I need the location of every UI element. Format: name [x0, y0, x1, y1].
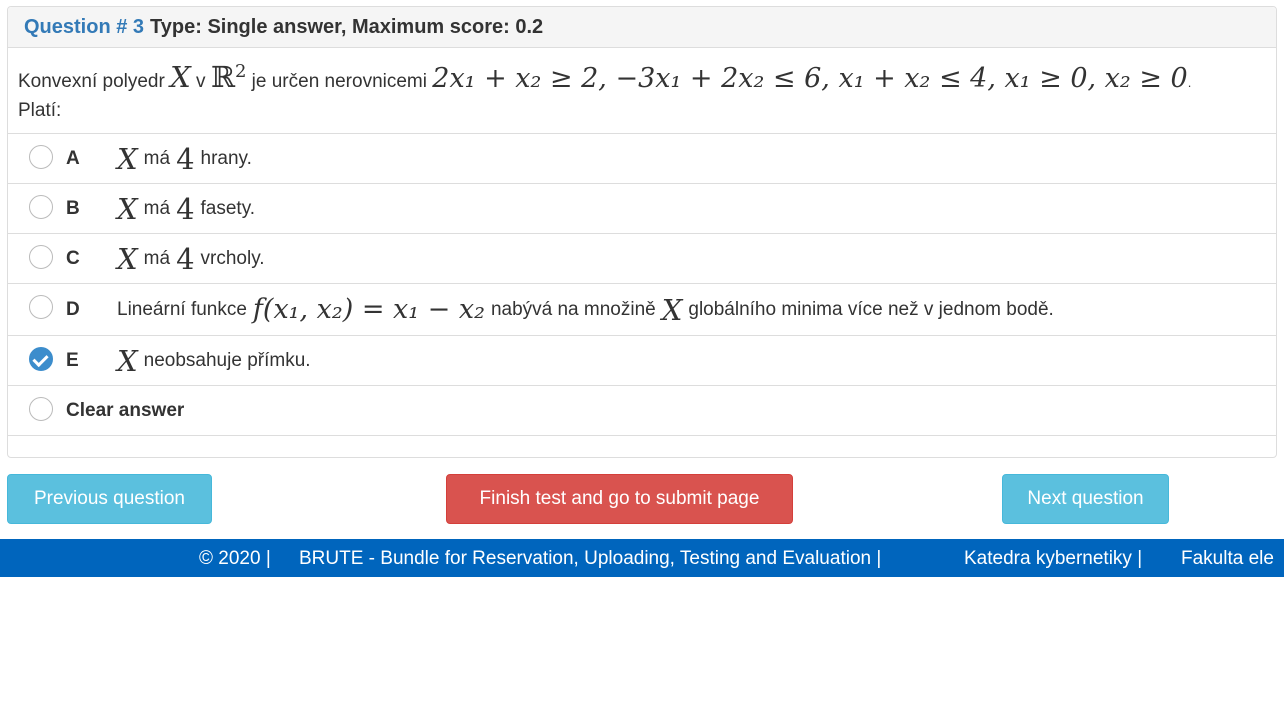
option-word: Lineární funkce [117, 298, 247, 320]
footer-fakulta-link[interactable]: Fakulta ele [1181, 548, 1274, 570]
question-header: Question # 3 Type: Single answer, Maximu… [8, 7, 1276, 48]
finish-test-button[interactable]: Finish test and go to submit page [446, 474, 793, 524]
option-d[interactable]: D Lineární funkce f(x₁, x₂) = x₁ − x₂ na… [8, 284, 1276, 336]
option-letter: D [66, 298, 80, 320]
option-word: má [143, 247, 171, 269]
option-word: má [143, 147, 171, 169]
radio-a[interactable] [29, 145, 53, 169]
radio-clear[interactable] [29, 397, 53, 421]
radio-c[interactable] [29, 245, 53, 269]
next-question-button[interactable]: Next question [1002, 474, 1169, 524]
option-text: X neobsahuje přímku. [117, 344, 311, 378]
option-a[interactable]: A X má 4 hrany. [8, 134, 1276, 184]
stem-inequalities: 2x₁ + x₂ ≥ 2, −3x₁ + 2x₂ ≤ 6, x₁ + x₂ ≤ … [432, 63, 1188, 94]
question-number: Question # 3 [24, 15, 145, 38]
stem-text-2: je určen nerovnicemi [251, 71, 427, 92]
option-word: vrcholy. [200, 247, 265, 269]
footer-brute-link[interactable]: BRUTE - Bundle for Reservation, Uploadin… [299, 548, 881, 570]
option-letter: C [66, 247, 80, 269]
option-text: X má 4 vrcholy. [117, 242, 265, 276]
radio-b[interactable] [29, 195, 53, 219]
question-stem: Konvexní polyedr X v ℝ2 je určen nerovni… [8, 48, 1276, 134]
option-var: X [117, 191, 138, 226]
option-number: 4 [176, 241, 195, 276]
option-text: X má 4 fasety. [117, 192, 255, 226]
stem-dot: . [1187, 75, 1192, 90]
option-word: má [143, 197, 171, 219]
option-text: X má 4 hrany. [117, 142, 252, 176]
stem-line-2: Platí: [18, 100, 62, 121]
option-var: X [117, 343, 138, 378]
option-c[interactable]: C X má 4 vrcholy. [8, 234, 1276, 284]
option-var: X [117, 241, 138, 276]
stem-text-1: Konvexní polyedr [18, 71, 165, 92]
previous-question-button[interactable]: Previous question [7, 474, 212, 524]
stem-v: v [196, 71, 206, 92]
option-letter: E [66, 349, 79, 371]
stem-var-x: X [170, 60, 191, 94]
option-text: Lineární funkce f(x₁, x₂) = x₁ − x₂ nabý… [117, 293, 1054, 327]
stem-real-set: ℝ [210, 60, 235, 94]
option-var: X [117, 141, 138, 176]
radio-d[interactable] [29, 295, 53, 319]
question-meta: Type: Single answer, Maximum score: 0.2 [150, 15, 544, 38]
option-word: globálního minima více než v jednom bodě… [688, 298, 1054, 320]
option-number: 4 [176, 141, 195, 176]
option-word: hrany. [200, 147, 252, 169]
clear-answer-label: Clear answer [66, 399, 185, 421]
option-letter: B [66, 197, 80, 219]
option-clear[interactable]: Clear answer [8, 386, 1276, 436]
option-b[interactable]: B X má 4 fasety. [8, 184, 1276, 234]
option-formula: f(x₁, x₂) = x₁ − x₂ [252, 294, 485, 325]
footer: © 2020 | BRUTE - Bundle for Reservation,… [0, 539, 1284, 577]
option-word: fasety. [200, 197, 256, 219]
footer-katedra-link[interactable]: Katedra kybernetiky | [964, 548, 1142, 570]
option-number: 4 [176, 191, 195, 226]
stem-exponent: 2 [234, 61, 247, 82]
option-word: neobsahuje přímku. [143, 349, 311, 371]
option-e[interactable]: E X neobsahuje přímku. [8, 336, 1276, 386]
footer-copyright: © 2020 | [199, 548, 271, 569]
option-letter: A [66, 147, 80, 169]
option-word: nabývá na množině [490, 298, 656, 320]
option-var: X [661, 292, 683, 327]
question-panel: Question # 3 Type: Single answer, Maximu… [7, 6, 1277, 458]
radio-e-checked[interactable] [29, 347, 53, 371]
answer-options: A X má 4 hrany. B X má 4 fasety. C X má [8, 133, 1276, 436]
